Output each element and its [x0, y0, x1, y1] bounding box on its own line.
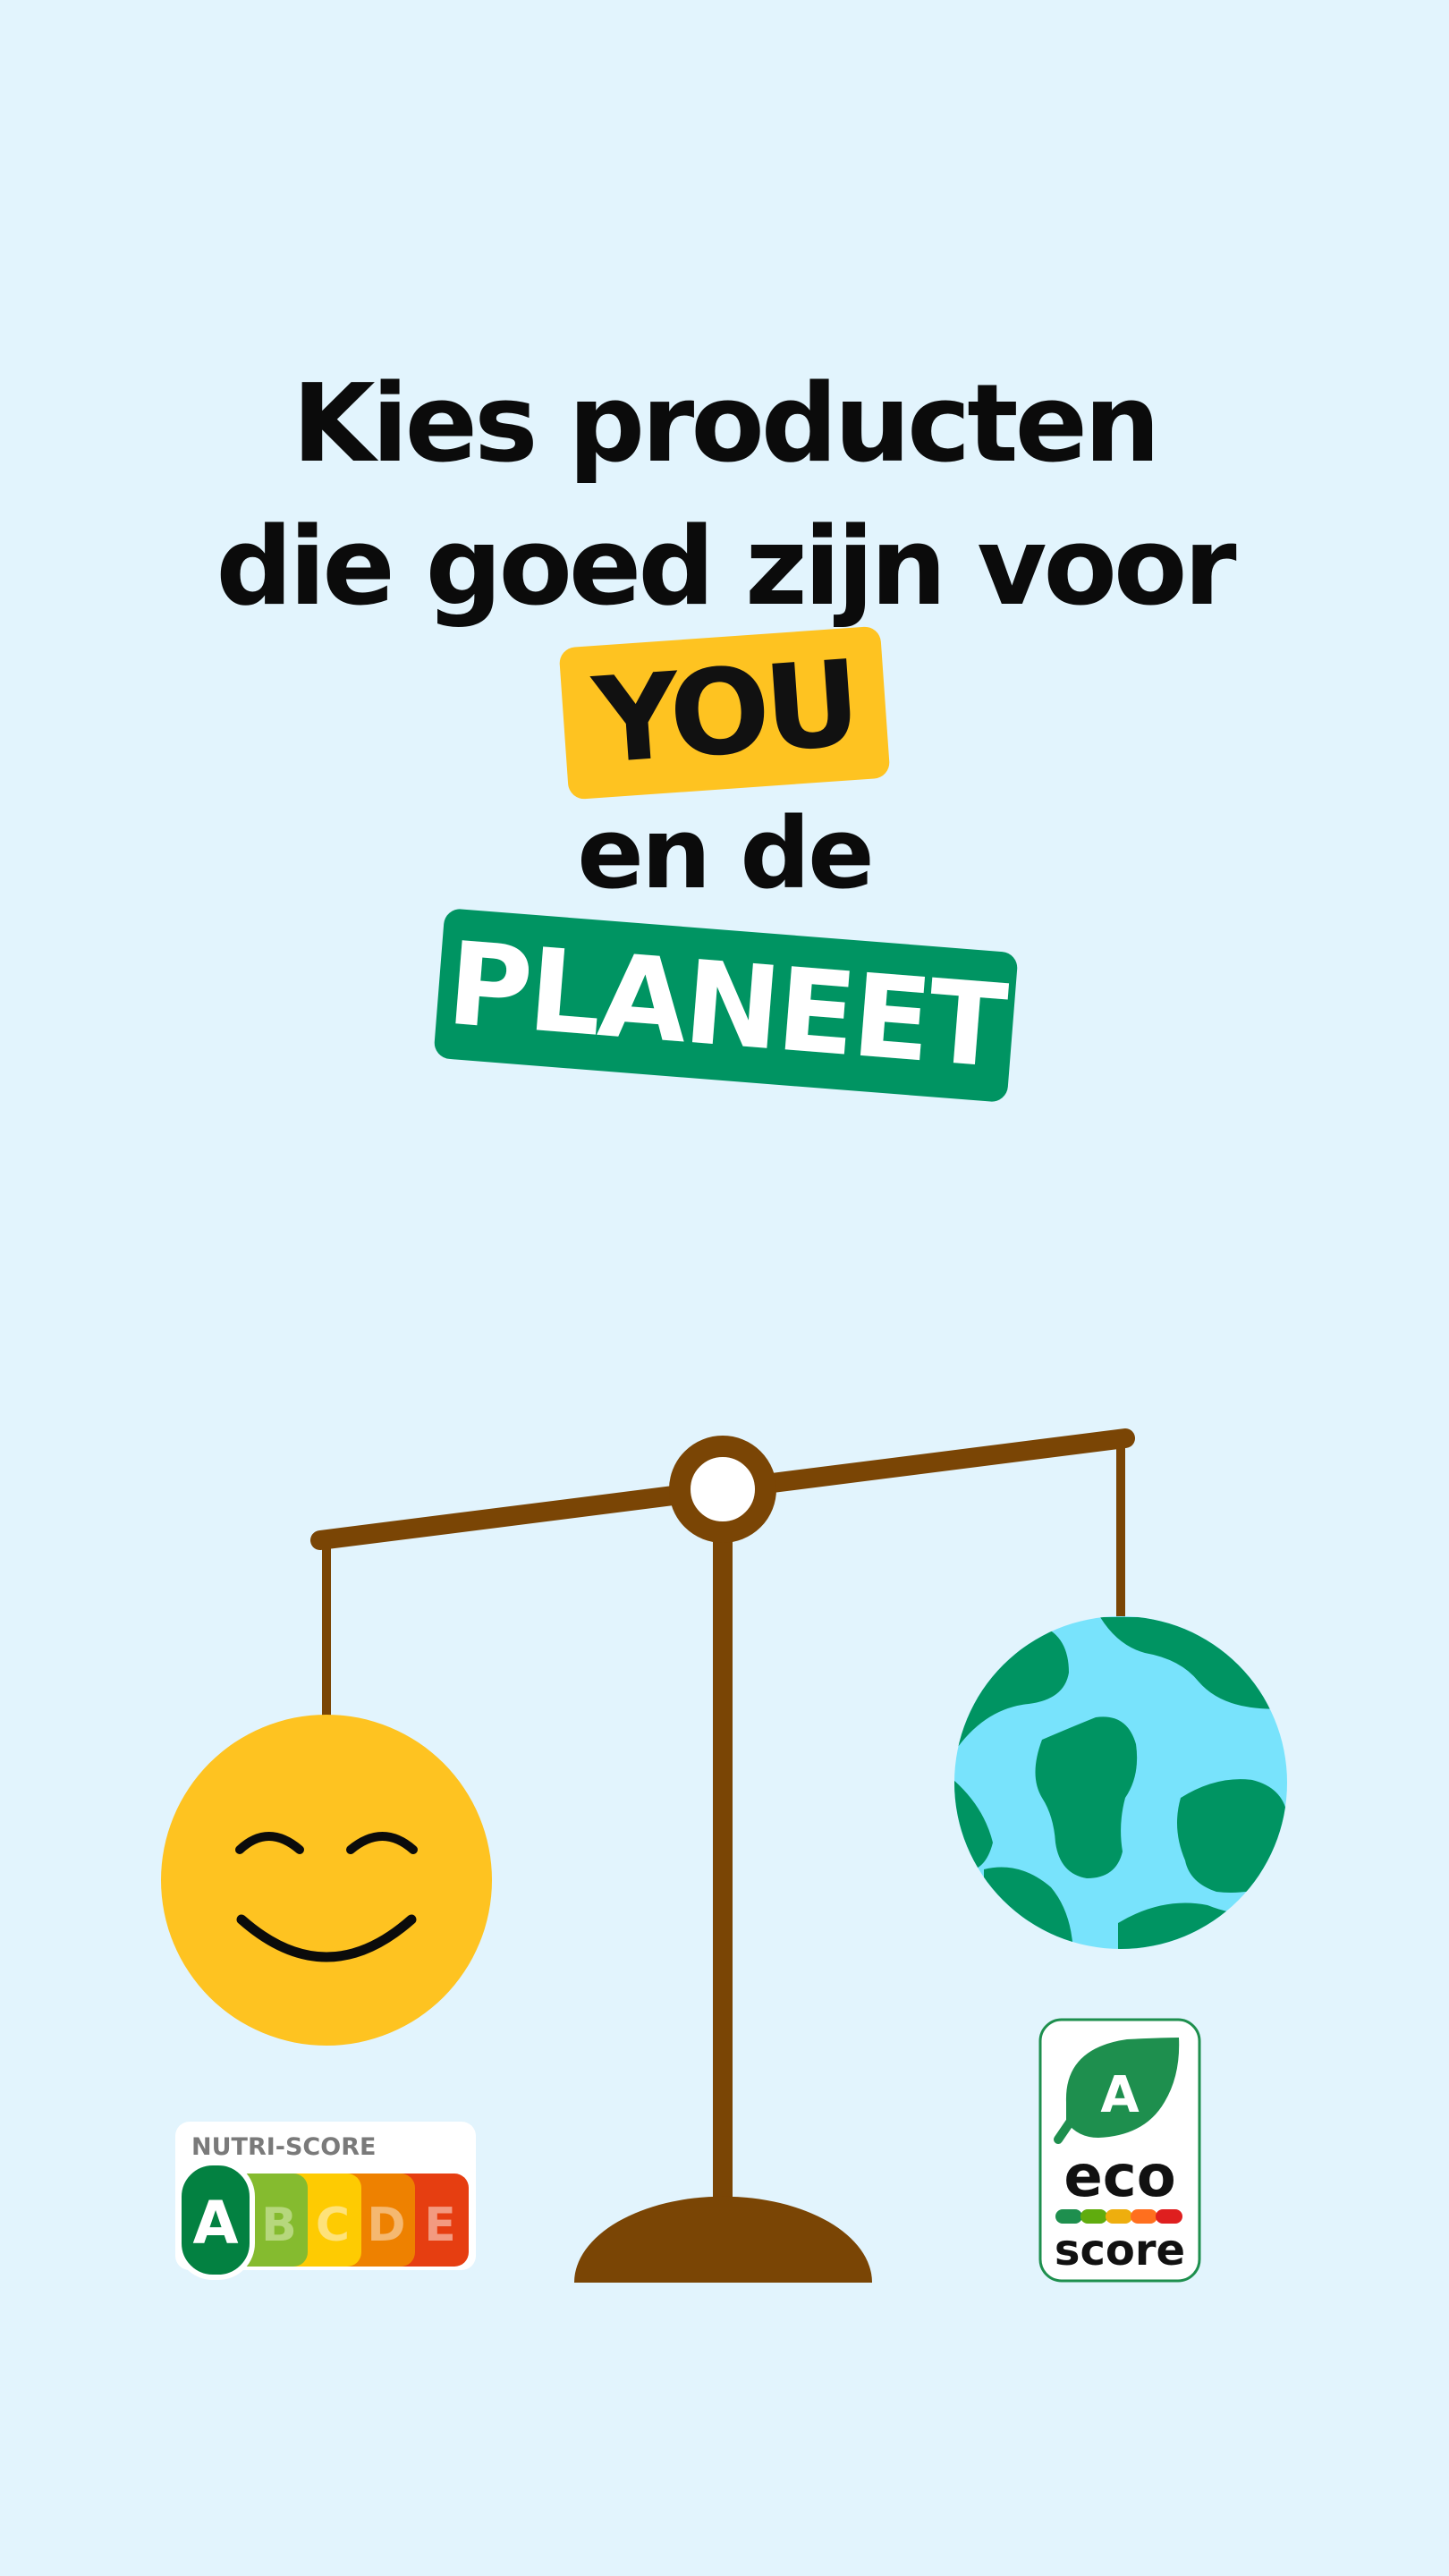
earth-globe-icon [954, 1616, 1287, 1949]
nutri-grade-c: C [316, 2199, 350, 2252]
eco-score-badge: A eco score [1038, 2018, 1201, 2283]
eco-grade: A [1100, 2066, 1140, 2124]
nutri-grade-d: D [367, 2199, 405, 2252]
illustration: NUTRI-SCORE A B C D E A eco score [161, 1428, 1287, 2283]
nutri-grade-a: A [192, 2189, 238, 2258]
nutri-grade-e: E [424, 2199, 456, 2252]
eco-word: eco [1063, 2144, 1175, 2210]
nutri-score-title: NUTRI-SCORE [191, 2133, 376, 2161]
score-word: score [1055, 2225, 1185, 2275]
smiley-face-icon [161, 1715, 492, 2046]
nutri-grade-b: B [261, 2199, 297, 2252]
nutri-score-badge: NUTRI-SCORE A B C D E [175, 2122, 476, 2280]
